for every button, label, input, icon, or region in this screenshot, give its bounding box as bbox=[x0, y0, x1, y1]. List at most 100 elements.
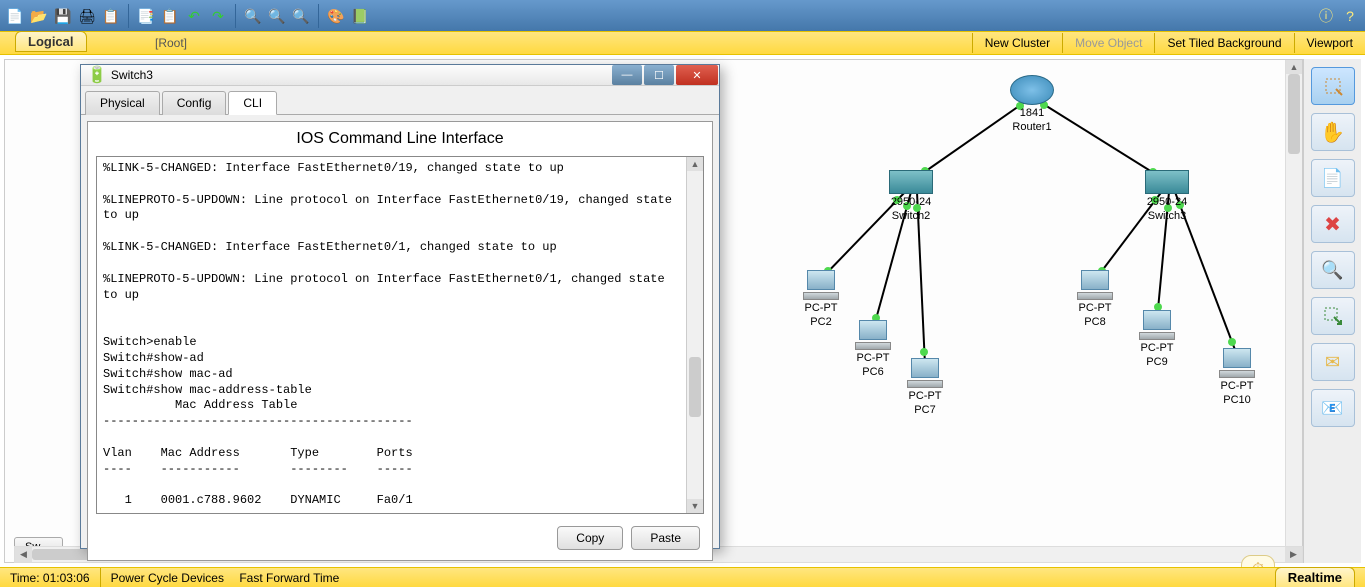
add-complex-pdu-icon[interactable]: 📧 bbox=[1311, 389, 1355, 427]
device-config-window: 🔋 Switch3 — ☐ ✕ Physical Config CLI IOS … bbox=[80, 64, 720, 549]
cli-terminal[interactable]: %LINK-5-CHANGED: Interface FastEthernet0… bbox=[97, 157, 686, 513]
maximize-button[interactable]: ☐ bbox=[644, 65, 674, 85]
config-tabs: Physical Config CLI bbox=[81, 86, 719, 115]
pc-icon bbox=[1077, 270, 1113, 300]
toolbar-divider bbox=[128, 4, 129, 28]
note-tool-icon[interactable]: 📄 bbox=[1311, 159, 1355, 197]
device-type-label: PC-PT bbox=[1077, 302, 1113, 314]
zoom-out-icon[interactable]: 🔍 bbox=[290, 5, 312, 27]
tab-cli[interactable]: CLI bbox=[228, 91, 277, 115]
scroll-right-icon[interactable]: ▶ bbox=[1285, 547, 1302, 562]
palette-icon[interactable]: 🎨 bbox=[325, 5, 347, 27]
hand-tool-icon[interactable]: ✋ bbox=[1311, 113, 1355, 151]
paste-button[interactable]: Paste bbox=[631, 526, 700, 550]
device-pc10[interactable]: PC-PT PC10 bbox=[1219, 348, 1255, 406]
realtime-tab[interactable]: Realtime bbox=[1275, 567, 1355, 587]
time-display: Time: 01:03:06 bbox=[0, 568, 101, 587]
cli-button-row: Copy Paste bbox=[88, 522, 712, 560]
zoom-reset-icon[interactable]: 🔍 bbox=[266, 5, 288, 27]
device-pc7[interactable]: PC-PT PC7 bbox=[907, 358, 943, 416]
minimize-button[interactable]: — bbox=[612, 65, 642, 85]
pc-icon bbox=[1219, 348, 1255, 378]
scroll-thumb[interactable] bbox=[689, 357, 701, 417]
device-name-label: PC9 bbox=[1139, 356, 1175, 368]
switch-icon bbox=[889, 170, 933, 194]
device-name-label: PC6 bbox=[855, 366, 891, 378]
add-simple-pdu-icon[interactable]: ✉ bbox=[1311, 343, 1355, 381]
window-titlebar[interactable]: 🔋 Switch3 — ☐ ✕ bbox=[81, 65, 719, 86]
device-model-label: 2950-24 bbox=[1145, 196, 1189, 208]
toolbar-divider bbox=[235, 4, 236, 28]
print-icon[interactable]: 🖨 bbox=[76, 5, 98, 27]
status-bar: Time: 01:03:06 Power Cycle Devices Fast … bbox=[0, 567, 1365, 587]
device-type-label: PC-PT bbox=[907, 390, 943, 402]
device-type-label: PC-PT bbox=[1139, 342, 1175, 354]
logical-tab[interactable]: Logical bbox=[15, 31, 87, 52]
close-button[interactable]: ✕ bbox=[676, 65, 718, 85]
undo-icon[interactable]: ↶ bbox=[183, 5, 205, 27]
redo-icon[interactable]: ↷ bbox=[207, 5, 229, 27]
scroll-down-icon[interactable]: ▼ bbox=[687, 499, 703, 513]
device-type-label: PC-PT bbox=[855, 352, 891, 364]
device-name-label: PC10 bbox=[1219, 394, 1255, 406]
canvas-vertical-scrollbar[interactable]: ▲ ▼ bbox=[1285, 60, 1302, 562]
save-icon[interactable]: 💾 bbox=[52, 5, 74, 27]
move-object-button[interactable]: Move Object bbox=[1062, 33, 1154, 53]
cli-panel: IOS Command Line Interface %LINK-5-CHANG… bbox=[87, 121, 713, 561]
tab-config[interactable]: Config bbox=[162, 91, 227, 115]
router-icon bbox=[1010, 75, 1054, 105]
new-file-icon[interactable]: 📄 bbox=[4, 5, 26, 27]
device-switch3[interactable]: 2950-24 Switch3 bbox=[1145, 170, 1189, 222]
device-model-label: 2950-24 bbox=[889, 196, 933, 208]
device-pc9[interactable]: PC-PT PC9 bbox=[1139, 310, 1175, 368]
pc-icon bbox=[1139, 310, 1175, 340]
copy-icon[interactable]: 📑 bbox=[135, 5, 157, 27]
zoom-in-icon[interactable]: 🔍 bbox=[242, 5, 264, 27]
pc-icon bbox=[907, 358, 943, 388]
device-model-label: 1841 bbox=[1010, 107, 1054, 119]
fast-forward-button[interactable]: Fast Forward Time bbox=[239, 571, 339, 585]
scroll-thumb[interactable] bbox=[1288, 74, 1300, 154]
device-name-label: PC2 bbox=[803, 316, 839, 328]
workspace-bar: Logical [Root] New Cluster Move Object S… bbox=[0, 31, 1365, 55]
paste-icon[interactable]: 📋 bbox=[159, 5, 181, 27]
device-pc2[interactable]: PC-PT PC2 bbox=[803, 270, 839, 328]
device-type-label: PC-PT bbox=[1219, 380, 1255, 392]
scroll-up-icon[interactable]: ▲ bbox=[1286, 60, 1302, 74]
toolbar-divider bbox=[318, 4, 319, 28]
scroll-left-icon[interactable]: ◀ bbox=[15, 547, 32, 562]
set-background-button[interactable]: Set Tiled Background bbox=[1154, 33, 1293, 53]
resize-tool-icon[interactable] bbox=[1311, 297, 1355, 335]
pc-icon bbox=[803, 270, 839, 300]
power-cycle-button[interactable]: Power Cycle Devices bbox=[111, 571, 224, 585]
device-pc6[interactable]: PC-PT PC6 bbox=[855, 320, 891, 378]
window-title: Switch3 bbox=[111, 68, 611, 82]
tab-physical[interactable]: Physical bbox=[85, 91, 160, 115]
custom-devices-icon[interactable]: 📗 bbox=[349, 5, 371, 27]
device-router1[interactable]: 1841 Router1 bbox=[1010, 75, 1054, 133]
pc-icon bbox=[855, 320, 891, 350]
open-file-icon[interactable]: 📂 bbox=[28, 5, 50, 27]
device-name-label: Router1 bbox=[1010, 121, 1054, 133]
device-pc8[interactable]: PC-PT PC8 bbox=[1077, 270, 1113, 328]
copy-button[interactable]: Copy bbox=[557, 526, 623, 550]
device-switch2[interactable]: 2950-24 Switch2 bbox=[889, 170, 933, 222]
viewport-button[interactable]: Viewport bbox=[1294, 33, 1365, 53]
device-name-label: Switch2 bbox=[889, 210, 933, 222]
help-icon[interactable]: ? bbox=[1339, 5, 1361, 27]
window-app-icon: 🔋 bbox=[87, 65, 107, 85]
switch-icon bbox=[1145, 170, 1189, 194]
new-cluster-button[interactable]: New Cluster bbox=[972, 33, 1062, 53]
breadcrumb-root[interactable]: [Root] bbox=[155, 36, 187, 50]
select-tool-icon[interactable] bbox=[1311, 67, 1355, 105]
inspect-tool-icon[interactable]: 🔍 bbox=[1311, 251, 1355, 289]
activity-wizard-icon[interactable]: 📋 bbox=[100, 5, 122, 27]
device-name-label: Switch3 bbox=[1145, 210, 1189, 222]
cli-terminal-wrap: %LINK-5-CHANGED: Interface FastEthernet0… bbox=[96, 156, 704, 514]
device-name-label: PC7 bbox=[907, 404, 943, 416]
device-type-label: PC-PT bbox=[803, 302, 839, 314]
info-icon[interactable]: ⓘ bbox=[1315, 5, 1337, 27]
cli-scrollbar[interactable]: ▲ ▼ bbox=[686, 157, 703, 513]
delete-tool-icon[interactable]: ✖ bbox=[1311, 205, 1355, 243]
scroll-up-icon[interactable]: ▲ bbox=[687, 157, 703, 171]
